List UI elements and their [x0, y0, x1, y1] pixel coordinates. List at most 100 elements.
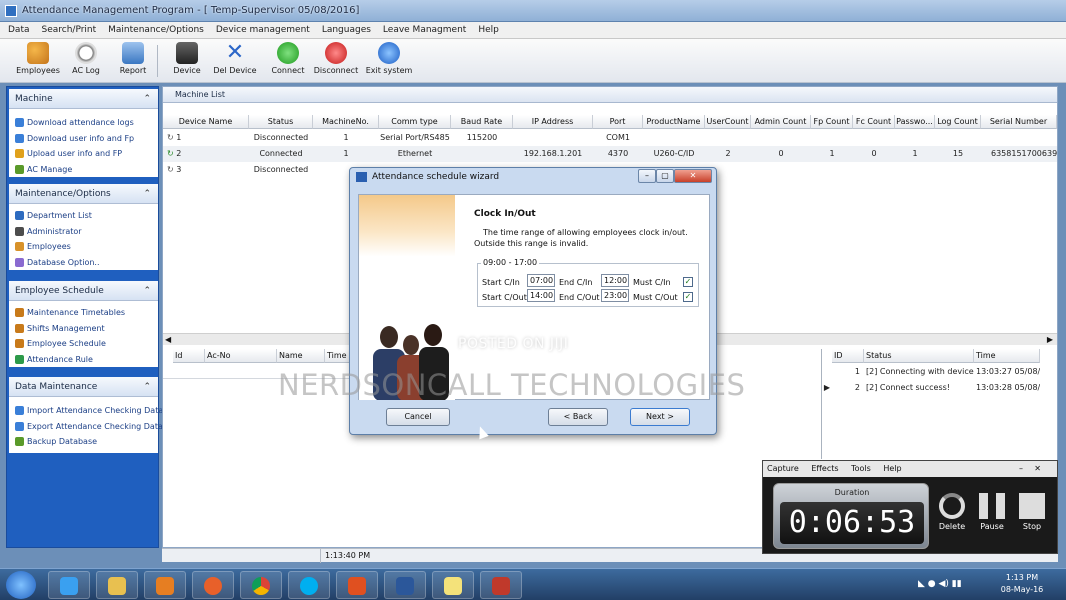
watermark-company: NERDSONCALL TECHNOLOGIES [278, 368, 746, 402]
employees-button[interactable]: Employees [13, 42, 63, 82]
col-password[interactable]: Passwo... [895, 115, 935, 129]
scroll-left-icon[interactable]: ◀ [165, 334, 171, 346]
import-attendance-data[interactable]: Import Attendance Checking Data [9, 403, 163, 419]
recorder-close-icon[interactable]: ✕ [1034, 461, 1041, 477]
employees-item[interactable]: Employees [9, 239, 158, 255]
col-machine-no[interactable]: MachineNo. [313, 115, 379, 129]
upload-user-info[interactable]: Upload user info and FP [9, 146, 158, 162]
taskbar-clock[interactable]: 1:13 PM 08-May-16 [992, 572, 1052, 596]
maintenance-group-header[interactable]: Maintenance/Options ⌃ [9, 184, 158, 204]
menu-leave-management[interactable]: Leave Managment [383, 25, 466, 35]
maintenance-timetables[interactable]: Maintenance Timetables [9, 305, 158, 321]
taskbar-notes[interactable] [432, 571, 474, 599]
scroll-right-icon[interactable]: ▶ [1047, 334, 1053, 346]
del-device-button[interactable]: ✕ Del Device [210, 42, 260, 82]
backup-database[interactable]: Backup Database [9, 434, 158, 450]
col-name[interactable]: Name [277, 349, 325, 363]
taskbar-ie[interactable] [48, 571, 90, 599]
report-button[interactable]: Report [108, 42, 158, 82]
col-log-time[interactable]: Time [974, 349, 1040, 363]
col-admin-count[interactable]: Admin Count [751, 115, 811, 129]
taskbar-recorder[interactable] [480, 571, 522, 599]
machine-group: Machine ⌃ Download attendance logs Downlo… [9, 89, 158, 177]
chevron-up-icon[interactable]: ⌃ [143, 184, 151, 204]
col-log-count[interactable]: Log Count [935, 115, 981, 129]
stop-recording-button[interactable]: Stop [1015, 493, 1049, 531]
col-fp-count[interactable]: Fp Count [811, 115, 853, 129]
device-button[interactable]: Device [162, 42, 212, 82]
exit-system-button[interactable]: Exit system [364, 42, 414, 82]
taskbar-skype[interactable] [288, 571, 330, 599]
menu-device-management[interactable]: Device management [216, 25, 310, 35]
col-product-name[interactable]: ProductName [643, 115, 705, 129]
attendance-rule[interactable]: Attendance Rule [9, 352, 158, 368]
menu-search-print[interactable]: Search/Print [42, 25, 97, 35]
export-attendance-data[interactable]: Export Attendance Checking Data [9, 419, 163, 435]
must-cin-checkbox[interactable]: ✓ [683, 277, 693, 287]
shifts-management[interactable]: Shifts Management [9, 321, 158, 337]
pause-recording-button[interactable]: Pause [975, 493, 1009, 531]
col-status[interactable]: Status [249, 115, 313, 129]
data-maintenance-group-header[interactable]: Data Maintenance ⌃ [9, 377, 158, 397]
col-log-status[interactable]: Status [864, 349, 974, 363]
aclog-button[interactable]: AC Log [61, 42, 111, 82]
col-comm-type[interactable]: Comm type [379, 115, 451, 129]
col-ac-no[interactable]: Ac-No [205, 349, 277, 363]
department-list[interactable]: Department List [9, 208, 158, 224]
download-user-info[interactable]: Download user info and Fp [9, 131, 158, 147]
employee-schedule-group-header[interactable]: Employee Schedule ⌃ [9, 281, 158, 301]
taskbar-media-player[interactable] [144, 571, 186, 599]
menu-help[interactable]: Help [478, 25, 499, 35]
download-attendance-logs[interactable]: Download attendance logs [9, 115, 158, 131]
taskbar-firefox[interactable] [192, 571, 234, 599]
end-cin-input[interactable]: 12:00 [601, 274, 629, 287]
taskbar-chrome[interactable] [240, 571, 282, 599]
col-fc-count[interactable]: Fc Count [853, 115, 895, 129]
col-user-count[interactable]: UserCount [705, 115, 751, 129]
taskbar-word[interactable] [384, 571, 426, 599]
taskbar-app[interactable] [336, 571, 378, 599]
machine-group-header[interactable]: Machine ⌃ [9, 89, 158, 109]
maximize-button[interactable]: ▢ [656, 169, 674, 183]
next-button[interactable]: Next > [630, 408, 690, 426]
employee-schedule[interactable]: Employee Schedule [9, 336, 158, 352]
menu-maintenance-options[interactable]: Maintenance/Options [108, 25, 204, 35]
system-tray[interactable]: ◣ ● ◀) ▮▮ [918, 579, 998, 591]
taskbar-explorer[interactable] [96, 571, 138, 599]
recorder-menu-help[interactable]: Help [883, 464, 901, 473]
minimize-button[interactable]: – [638, 169, 656, 183]
col-log-id[interactable]: ID [832, 349, 864, 363]
must-cout-checkbox[interactable]: ✓ [683, 292, 693, 302]
stop-icon [325, 42, 347, 64]
ac-manage[interactable]: AC Manage [9, 162, 158, 178]
col-ip-address[interactable]: IP Address [513, 115, 593, 129]
administrator[interactable]: Administrator [9, 224, 158, 240]
start-button-icon[interactable] [6, 571, 36, 599]
recorder-menu-tools[interactable]: Tools [851, 464, 871, 473]
chevron-up-icon[interactable]: ⌃ [143, 281, 151, 301]
end-cout-input[interactable]: 23:00 [601, 289, 629, 302]
col-port[interactable]: Port [593, 115, 643, 129]
back-button[interactable]: < Back [548, 408, 608, 426]
disconnect-button[interactable]: Disconnect [311, 42, 361, 82]
menu-data[interactable]: Data [8, 25, 30, 35]
recorder-menu-effects[interactable]: Effects [811, 464, 838, 473]
col-baud-rate[interactable]: Baud Rate [451, 115, 513, 129]
chevron-up-icon[interactable]: ⌃ [143, 89, 151, 109]
recorder-menu-capture[interactable]: Capture [767, 464, 799, 473]
menu-languages[interactable]: Languages [322, 25, 371, 35]
shifts-icon [15, 323, 24, 333]
recorder-minimize-icon[interactable]: – [1019, 461, 1023, 477]
chevron-up-icon[interactable]: ⌃ [143, 377, 151, 397]
delete-recording-button[interactable]: Delete [935, 493, 969, 531]
close-button[interactable]: ✕ [674, 169, 712, 183]
start-cout-input[interactable]: 14:00 [527, 289, 555, 302]
col-serial-number[interactable]: Serial Number [981, 115, 1057, 129]
connect-button[interactable]: Connect [263, 42, 313, 82]
database-option[interactable]: Database Option.. [9, 255, 158, 271]
start-cin-input[interactable]: 07:00 [527, 274, 555, 287]
cancel-button[interactable]: Cancel [386, 408, 450, 426]
status-time: 1:13:40 PM [320, 549, 370, 563]
col-device-name[interactable]: Device Name [163, 115, 249, 129]
col-id[interactable]: Id [173, 349, 205, 363]
